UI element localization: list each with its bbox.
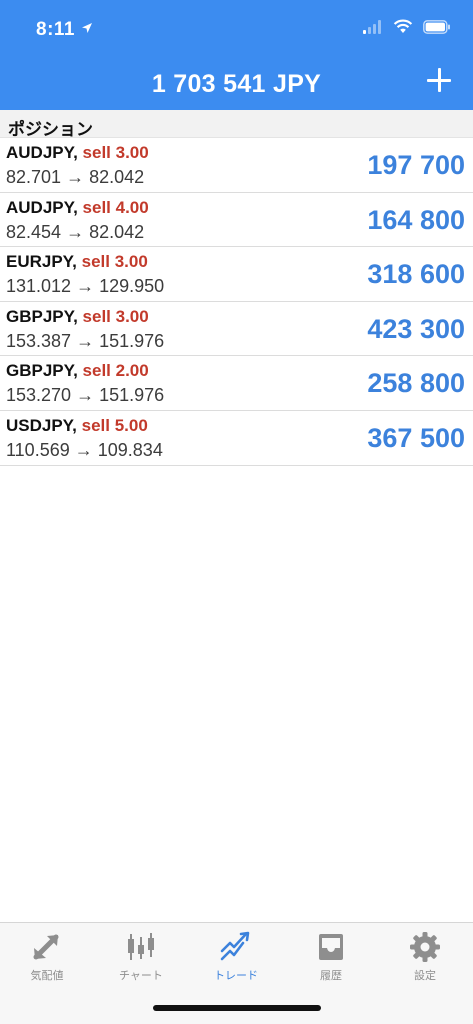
arrow-glyph: → [76, 330, 95, 351]
open-price: 153.387 [6, 330, 72, 351]
tab-label: 気配値 [30, 970, 64, 982]
status-time: 8:11 [36, 19, 93, 41]
position-prices: 82.454 → 82.042 [6, 222, 144, 243]
position-direction: sell 2.00 [82, 361, 149, 381]
position-symbol: GBPJPY, [6, 306, 78, 326]
position-row[interactable]: AUDJPY, sell 4.00 82.454 → 82.042 164 80… [0, 193, 473, 248]
battery-icon [423, 19, 450, 34]
position-direction: sell 4.00 [82, 197, 149, 217]
section-title: ポジション [8, 120, 93, 139]
location-arrow-icon [81, 23, 92, 33]
position-profit: 197 700 [367, 150, 465, 180]
open-price: 110.569 [6, 439, 70, 460]
position-symbol-line: USDJPY, sell 5.00 [6, 416, 148, 436]
position-symbol-line: EURJPY, sell 3.00 [6, 252, 148, 272]
arrow-glyph: → [76, 276, 95, 297]
open-price: 153.270 [6, 385, 72, 406]
open-price: 131.012 [6, 276, 72, 297]
tab-label: 履歴 [320, 970, 342, 982]
position-direction: sell 3.00 [82, 143, 149, 162]
gear-icon [410, 932, 440, 962]
current-price: 129.950 [99, 276, 165, 297]
position-prices: 131.012 → 129.950 [6, 276, 164, 297]
position-symbol-line: GBPJPY, sell 3.00 [6, 307, 149, 327]
current-price: 151.976 [99, 330, 165, 351]
position-direction: sell 3.00 [82, 306, 149, 326]
cellular-signal-icon [363, 19, 381, 34]
candlestick-chart-icon [128, 933, 154, 960]
position-direction: sell 3.00 [81, 252, 148, 272]
position-profit: 318 600 [367, 259, 465, 290]
position-row[interactable]: AUDJPY, sell 3.00 82.701 → 82.042 197 70… [0, 138, 473, 193]
tab-label: 設定 [414, 970, 436, 982]
plus-icon[interactable] [423, 64, 455, 96]
position-symbol: USDJPY, [6, 415, 77, 435]
tab-quotes[interactable]: 気配値 [0, 931, 94, 991]
position-profit: 423 300 [367, 313, 465, 344]
current-price: 151.976 [99, 385, 165, 406]
tab-trade[interactable]: トレード [189, 931, 283, 991]
position-row[interactable]: EURJPY, sell 3.00 131.012 → 129.950 318 … [0, 247, 473, 302]
tab-history[interactable]: 履歴 [284, 931, 378, 991]
position-profit: 164 800 [367, 204, 465, 235]
position-symbol-line: AUDJPY, sell 3.00 [6, 143, 149, 163]
position-prices: 153.270 → 151.976 [6, 385, 164, 406]
position-prices: 110.569 → 109.834 [6, 440, 163, 461]
position-row[interactable]: GBPJPY, sell 2.00 153.270 → 151.976 258 … [0, 356, 473, 411]
open-price: 82.701 [6, 167, 62, 187]
position-row[interactable]: USDJPY, sell 5.00 110.569 → 109.834 367 … [0, 411, 473, 466]
arrow-glyph: → [76, 385, 95, 406]
position-direction: sell 5.00 [81, 415, 148, 435]
arrow-glyph: → [74, 439, 93, 460]
position-symbol-line: AUDJPY, sell 4.00 [6, 198, 149, 218]
current-price: 82.042 [89, 221, 145, 242]
position-profit: 367 500 [367, 422, 465, 453]
position-symbol: AUDJPY, [6, 143, 78, 162]
position-symbol-line: GBPJPY, sell 2.00 [6, 361, 149, 381]
tab-label: トレード [214, 970, 258, 982]
quotes-arrows-icon [33, 934, 59, 960]
trade-trend-icon [220, 931, 250, 961]
arrow-glyph: → [66, 167, 85, 187]
position-symbol: AUDJPY, [6, 197, 78, 217]
position-row[interactable]: GBPJPY, sell 3.00 153.387 → 151.976 423 … [0, 302, 473, 357]
position-symbol: EURJPY, [6, 252, 77, 272]
tab-chart[interactable]: チャート [94, 931, 188, 991]
open-price: 82.454 [6, 221, 62, 242]
arrow-glyph: → [66, 221, 85, 242]
app-header: 8:11 1 703 541 JPY [0, 0, 473, 110]
home-indicator[interactable] [153, 1005, 321, 1011]
status-indicators [363, 19, 451, 34]
position-profit: 258 800 [367, 368, 465, 399]
position-symbol: GBPJPY, [6, 361, 78, 381]
tab-settings[interactable]: 設定 [378, 931, 472, 991]
positions-section-header: ポジション [0, 110, 473, 139]
account-balance-title: 1 703 541 JPY [151, 70, 322, 98]
history-tray-icon [319, 934, 343, 960]
wifi-icon [393, 19, 413, 33]
position-prices: 153.387 → 151.976 [6, 331, 164, 352]
tab-label: チャート [119, 970, 163, 982]
position-prices: 82.701 → 82.042 [6, 167, 144, 188]
current-price: 82.042 [89, 167, 145, 187]
current-price: 109.834 [97, 439, 163, 460]
positions-list: AUDJPY, sell 3.00 82.701 → 82.042 197 70… [0, 138, 473, 466]
